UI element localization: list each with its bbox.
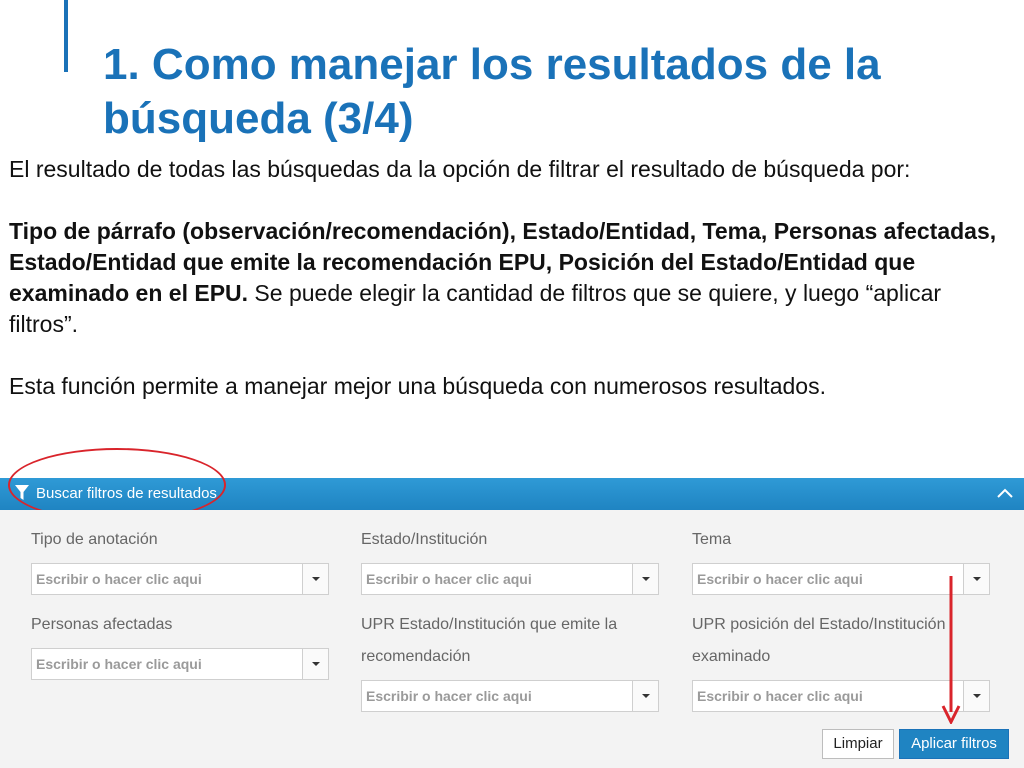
chevron-down-icon[interactable] — [963, 681, 989, 711]
tema-label: Tema — [692, 531, 732, 548]
estado-institucion-input[interactable]: Escribir o hacer clic aqui — [362, 564, 632, 594]
tema-input[interactable]: Escribir o hacer clic aqui — [693, 564, 963, 594]
personas-afectadas-combo[interactable]: Escribir o hacer clic aqui — [31, 648, 329, 680]
personas-afectadas-input[interactable]: Escribir o hacer clic aqui — [32, 649, 302, 679]
estado-institucion-label: Estado/Institución — [361, 531, 488, 548]
apply-filters-button[interactable]: Aplicar filtros — [899, 729, 1009, 759]
upr-posicion-label-line2: examinado — [692, 648, 771, 665]
tipo-anotacion-combo[interactable]: Escribir o hacer clic aqui — [31, 563, 329, 595]
title-accent-bar — [64, 0, 68, 72]
chevron-down-icon[interactable] — [632, 681, 658, 711]
clear-filters-button[interactable]: Limpiar — [822, 729, 894, 759]
red-arrow-annotation — [941, 576, 961, 724]
upr-emite-label-line2: recomendación — [361, 648, 471, 665]
chevron-down-icon[interactable] — [963, 564, 989, 594]
chevron-down-icon[interactable] — [302, 649, 328, 679]
personas-afectadas-label: Personas afectadas — [31, 616, 173, 633]
upr-posicion-input[interactable]: Escribir o hacer clic aqui — [693, 681, 963, 711]
closing-paragraph: Esta función permite a manejar mejor una… — [9, 373, 826, 399]
upr-emite-combo[interactable]: Escribir o hacer clic aqui — [361, 680, 659, 712]
chevron-up-icon[interactable] — [996, 486, 1014, 500]
chevron-down-icon[interactable] — [632, 564, 658, 594]
slide-title: 1. Como manejar los resultados de la bús… — [103, 40, 881, 143]
upr-emite-label-line1: UPR Estado/Institución que emite la — [361, 616, 618, 633]
chevron-down-icon[interactable] — [302, 564, 328, 594]
upr-emite-input[interactable]: Escribir o hacer clic aqui — [362, 681, 632, 711]
filters-paragraph: Tipo de párrafo (observación/recomendaci… — [9, 216, 1009, 340]
upr-posicion-label-line1: UPR posición del Estado/Institución — [692, 616, 946, 633]
tipo-anotacion-label: Tipo de anotación — [31, 531, 158, 548]
intro-paragraph: El resultado de todas las búsquedas da l… — [9, 156, 911, 182]
slide-body: El resultado de todas las búsquedas da l… — [9, 154, 1009, 402]
estado-institucion-combo[interactable]: Escribir o hacer clic aqui — [361, 563, 659, 595]
tipo-anotacion-input[interactable]: Escribir o hacer clic aqui — [32, 564, 302, 594]
